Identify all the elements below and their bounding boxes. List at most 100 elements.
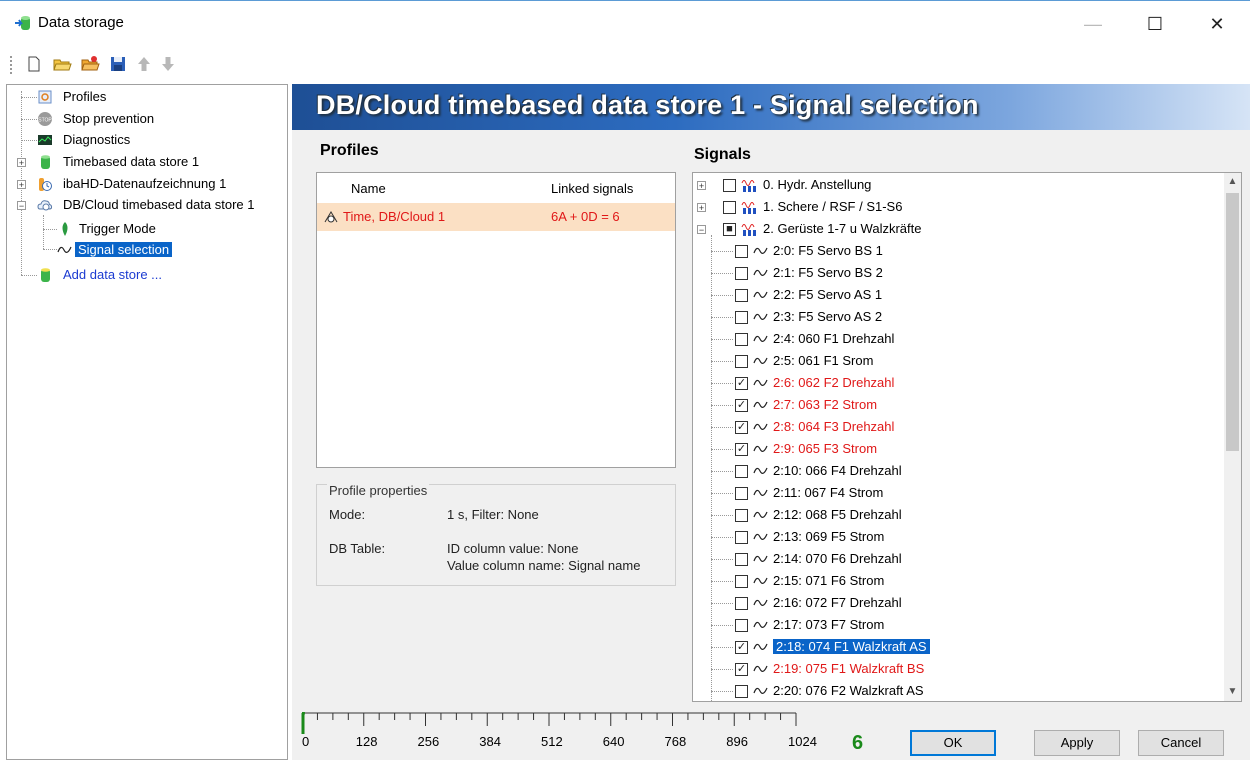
signal-item[interactable]: 2:3: F5 Servo AS 2 (711, 307, 882, 327)
signal-checkbox[interactable]: ✓ (735, 421, 748, 434)
minimize-button[interactable]: — (1070, 9, 1116, 39)
scroll-up-arrow[interactable]: ▲ (1224, 173, 1241, 191)
collapse-toggle[interactable]: − (17, 201, 26, 211)
expand-toggle[interactable]: + (17, 180, 26, 190)
signal-item[interactable]: 2:17: 073 F7 Strom (711, 615, 884, 635)
scroll-down-arrow[interactable]: ▼ (1224, 683, 1241, 701)
tree-connector (711, 427, 733, 428)
signal-checkbox[interactable] (735, 289, 748, 302)
collapse-toggle[interactable]: − (697, 225, 706, 235)
signal-checkbox[interactable] (735, 531, 748, 544)
signal-group[interactable]: − ■ 2. Gerüste 1-7 u Walzkräfte (697, 219, 921, 239)
signal-item[interactable]: 2:2: F5 Servo AS 1 (711, 285, 882, 305)
tree-connector (711, 251, 733, 252)
signal-item[interactable]: 2:11: 067 F4 Strom (711, 483, 883, 503)
profile-row[interactable]: Time, DB/Cloud 1 6A + 0D = 6 (317, 203, 675, 231)
signal-item[interactable]: ✓ 2:9: 065 F3 Strom (711, 439, 877, 459)
signal-item[interactable]: ✓ 2:7: 063 F2 Strom (711, 395, 877, 415)
signal-checkbox[interactable] (735, 465, 748, 478)
expand-toggle[interactable]: + (697, 181, 706, 191)
svg-text:STOP: STOP (38, 118, 52, 124)
signal-item[interactable]: ✓ 2:19: 075 F1 Walzkraft BS (711, 659, 924, 679)
tree-item-stop-prevention[interactable]: STOP Stop prevention (37, 109, 154, 129)
tree-connector (711, 669, 733, 670)
ok-button[interactable]: OK (910, 730, 996, 756)
move-down-icon[interactable] (158, 54, 178, 74)
maximize-button[interactable]: ☐ (1132, 9, 1178, 39)
signal-checkbox[interactable] (735, 509, 748, 522)
signal-item[interactable]: 2:1: F5 Servo BS 2 (711, 263, 883, 283)
signal-checkbox[interactable]: ✓ (735, 443, 748, 456)
signal-checkbox[interactable]: ✓ (735, 663, 748, 676)
signal-item[interactable]: ✓ 2:6: 062 F2 Drehzahl (711, 373, 894, 393)
signal-group[interactable]: +0. Hydr. Anstellung (697, 175, 871, 195)
signal-item[interactable]: ✓ 2:18: 074 F1 Walzkraft AS (711, 637, 930, 657)
tree-item-timebased-store[interactable]: Timebased data store 1 (37, 152, 199, 172)
tree-connector (711, 449, 733, 450)
tree-item-trigger-mode[interactable]: Trigger Mode (57, 219, 156, 239)
signal-checkbox[interactable]: ✓ (735, 377, 748, 390)
tree-item-label: Add data store ... (63, 267, 163, 282)
group-checkbox[interactable] (723, 179, 736, 192)
open-icon[interactable] (52, 54, 72, 74)
close-button[interactable]: ✕ (1194, 9, 1240, 39)
tree-item-add-data-store[interactable]: Add data store ... (37, 265, 162, 285)
tree-item-label: Timebased data store 1 (63, 154, 200, 169)
tree-item-label: Signal selection (75, 242, 173, 257)
group-checkbox[interactable]: ■ (723, 223, 736, 236)
signal-item[interactable]: 2:0: F5 Servo BS 1 (711, 241, 883, 261)
signal-checkbox[interactable] (735, 333, 748, 346)
signal-checkbox[interactable] (735, 267, 748, 280)
signal-checkbox[interactable]: ✓ (735, 399, 748, 412)
tree-connector (711, 471, 733, 472)
signal-checkbox[interactable] (735, 553, 748, 566)
group-checkbox[interactable] (723, 201, 736, 214)
tree-item-profiles[interactable]: Profiles (37, 87, 106, 107)
signal-item[interactable]: 2:10: 066 F4 Drehzahl (711, 461, 902, 481)
open-folder-icon[interactable] (80, 54, 100, 74)
signal-checkbox[interactable] (735, 619, 748, 632)
signal-item-label: 2:11: 067 F4 Strom (773, 485, 884, 500)
signal-item[interactable]: 2:16: 072 F7 Drehzahl (711, 593, 902, 613)
scroll-thumb[interactable] (1226, 193, 1239, 451)
signals-scrollbar[interactable]: ▲ ▼ (1224, 173, 1241, 701)
signal-checkbox[interactable]: ✓ (735, 641, 748, 654)
signal-checkbox[interactable] (735, 245, 748, 258)
new-icon[interactable] (24, 54, 44, 74)
signal-checkbox[interactable] (735, 575, 748, 588)
signal-item[interactable]: 2:13: 069 F5 Strom (711, 527, 884, 547)
signal-checkbox[interactable] (735, 487, 748, 500)
expand-toggle[interactable]: + (17, 158, 26, 168)
ruler-label: 0 (302, 734, 309, 749)
save-icon[interactable] (108, 54, 128, 74)
add-store-icon (41, 268, 50, 282)
signal-item[interactable]: 2:15: 071 F6 Strom (711, 571, 884, 591)
signal-item[interactable]: 2:20: 076 F2 Walzkraft AS (711, 681, 924, 701)
tree-connector (711, 405, 733, 406)
tree-item-ibahd-store[interactable]: ibaHD-Datenaufzeichnung 1 (37, 174, 226, 194)
signal-group[interactable]: +1. Schere / RSF / S1-S6 (697, 197, 902, 217)
signal-icon (753, 335, 768, 342)
signal-item[interactable]: 2:4: 060 F1 Drehzahl (711, 329, 894, 349)
signal-checkbox[interactable] (735, 311, 748, 324)
signal-icon (753, 423, 768, 430)
signal-item[interactable]: ✓ 2:8: 064 F3 Drehzahl (711, 417, 894, 437)
signal-item[interactable]: 2:5: 061 F1 Srom (711, 351, 873, 371)
signal-item[interactable]: 2:12: 068 F5 Drehzahl (711, 505, 902, 525)
signal-checkbox[interactable] (735, 597, 748, 610)
window-title: Data storage (38, 14, 124, 31)
signal-icon (753, 467, 768, 474)
signal-checkbox[interactable] (735, 355, 748, 368)
cancel-button[interactable]: Cancel (1138, 730, 1224, 756)
signal-checkbox[interactable] (735, 685, 748, 698)
tree-item-cloud-store[interactable]: DB/Cloud timebased data store 1 (37, 195, 255, 215)
main-pane: DB/Cloud timebased data store 1 - Signal… (292, 84, 1250, 760)
tree-item-diagnostics[interactable]: Diagnostics (37, 130, 130, 150)
tree-connector (711, 383, 733, 384)
expand-toggle[interactable]: + (697, 203, 706, 213)
signal-item[interactable]: 2:14: 070 F6 Drehzahl (711, 549, 902, 569)
apply-button[interactable]: Apply (1034, 730, 1120, 756)
signal-item-label: 2:1: F5 Servo BS 2 (773, 265, 883, 280)
tree-item-signal-selection[interactable]: Signal selection (57, 240, 173, 260)
move-up-icon[interactable] (134, 54, 154, 74)
